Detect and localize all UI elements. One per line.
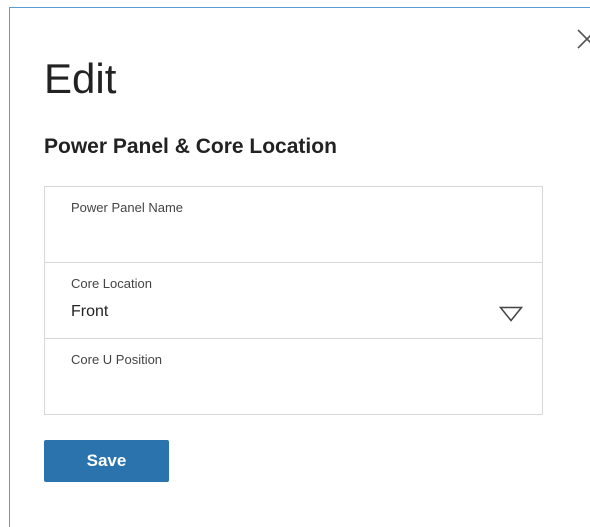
dialog-title: Edit	[44, 55, 117, 102]
power-panel-name-field[interactable]: Power Panel Name	[45, 187, 542, 263]
chevron-down-icon[interactable]	[499, 306, 523, 322]
form-container: Power Panel Name Core Location Front Cor…	[44, 186, 543, 415]
core-u-position-label: Core U Position	[71, 352, 163, 367]
core-u-position-field[interactable]: Core U Position	[45, 339, 542, 414]
power-panel-name-label: Power Panel Name	[71, 200, 183, 215]
close-icon[interactable]	[576, 28, 590, 50]
save-button[interactable]: Save	[44, 440, 169, 482]
core-u-position-input[interactable]	[71, 375, 511, 399]
section-subtitle: Power Panel & Core Location	[44, 135, 337, 158]
core-location-label: Core Location	[71, 276, 152, 291]
core-location-field[interactable]: Core Location Front	[45, 263, 542, 339]
power-panel-name-input[interactable]	[71, 223, 511, 247]
core-location-select[interactable]: Front	[71, 303, 108, 321]
